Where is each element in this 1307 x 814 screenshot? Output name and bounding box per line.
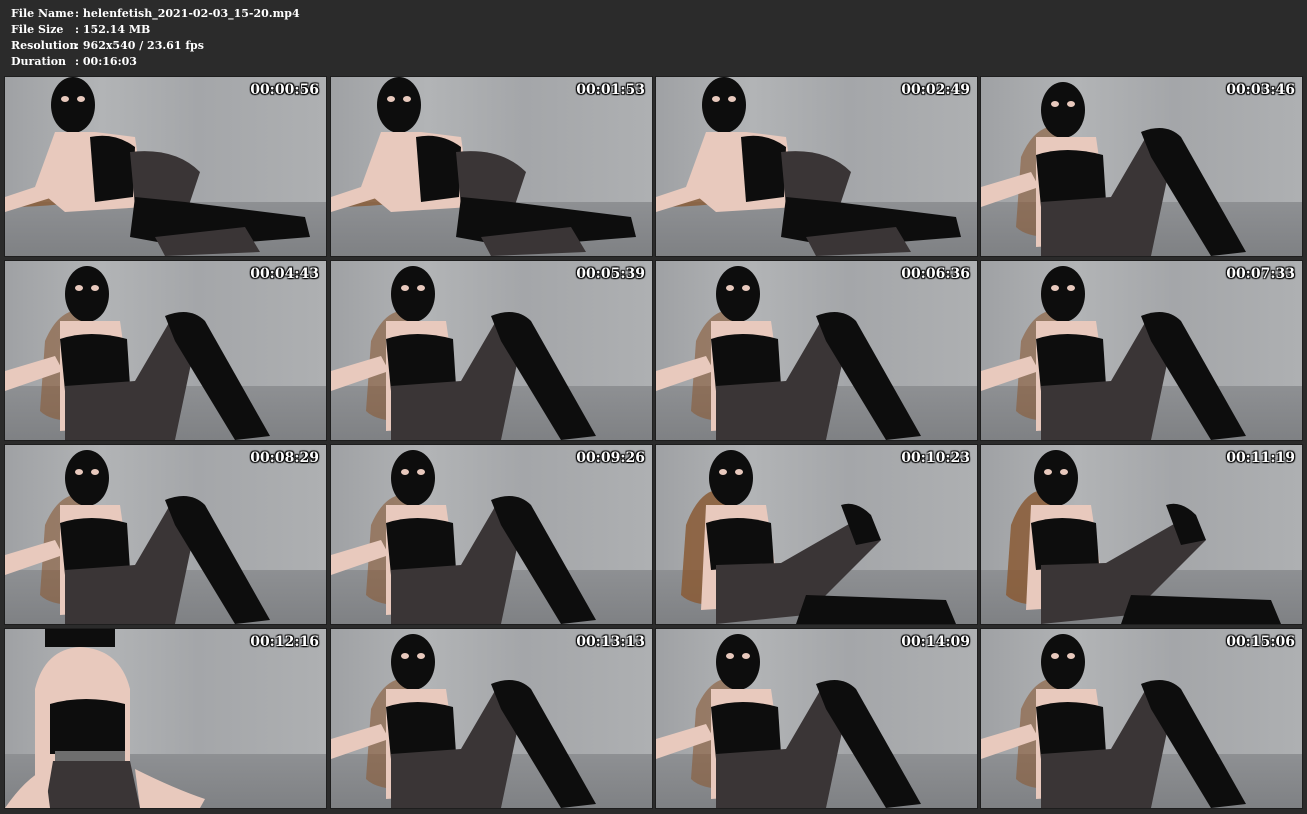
file-name-label: File Name (11, 7, 74, 20)
frame-figure-image (656, 266, 921, 440)
thumbnail-frame: 00:05:39 (330, 260, 653, 441)
thumbnail-frame: 00:02:49 (655, 76, 978, 257)
thumbnail-frame: 00:04:43 (4, 260, 327, 441)
file-size-label: File Size (11, 23, 64, 36)
thumbnail-frame: 00:07:33 (980, 260, 1303, 441)
file-size-value: : 152.14 MB (75, 23, 151, 36)
thumbnail-frame: 00:12:16 (4, 628, 327, 809)
frame-figure-image (331, 634, 596, 808)
timestamp-label: 00:08:29 (250, 450, 319, 466)
frame-figure-image (331, 450, 596, 624)
frame-figure-image (981, 266, 1246, 440)
thumbnail-grid: 00:00:56 00:01:53 00:02:49 00:03:46 00:0… (4, 76, 1303, 811)
timestamp-label: 00:14:09 (901, 634, 970, 650)
thumbnail-frame: 00:06:36 (655, 260, 978, 441)
frame-figure-image (331, 266, 596, 440)
frame-figure-image (981, 634, 1246, 808)
frame-figure-image (656, 77, 961, 256)
file-info-panel: File Name : helenfetish_2021-02-03_15-20… (11, 6, 300, 70)
frame-figure-image (5, 266, 270, 440)
thumbnail-frame: 00:10:23 (655, 444, 978, 625)
timestamp-label: 00:05:39 (576, 266, 645, 282)
frame-figure-image (5, 450, 270, 624)
timestamp-label: 00:15:06 (1226, 634, 1295, 650)
resolution-row: Resolution : 962x540 / 23.61 fps (11, 38, 300, 54)
timestamp-label: 00:10:23 (901, 450, 970, 466)
timestamp-label: 00:09:26 (576, 450, 645, 466)
timestamp-label: 00:04:43 (250, 266, 319, 282)
duration-label: Duration (11, 55, 67, 68)
timestamp-label: 00:06:36 (901, 266, 970, 282)
timestamp-label: 00:02:49 (901, 82, 970, 98)
file-name-row: File Name : helenfetish_2021-02-03_15-20… (11, 6, 300, 22)
timestamp-label: 00:11:19 (1226, 450, 1295, 466)
timestamp-label: 00:03:46 (1226, 82, 1295, 98)
timestamp-label: 00:07:33 (1226, 266, 1295, 282)
thumbnail-frame: 00:00:56 (4, 76, 327, 257)
thumbnail-frame: 00:14:09 (655, 628, 978, 809)
timestamp-label: 00:01:53 (576, 82, 645, 98)
frame-figure-image (981, 82, 1246, 256)
thumbnail-frame: 00:15:06 (980, 628, 1303, 809)
thumbnail-frame: 00:08:29 (4, 444, 327, 625)
thumbnail-frame: 00:03:46 (980, 76, 1303, 257)
file-size-row: File Size : 152.14 MB (11, 22, 300, 38)
frame-figure-image (5, 77, 310, 256)
thumbnail-frame: 00:01:53 (330, 76, 653, 257)
duration-row: Duration : 00:16:03 (11, 54, 300, 70)
duration-value: : 00:16:03 (75, 55, 137, 68)
thumbnail-frame: 00:11:19 (980, 444, 1303, 625)
file-name-value: : helenfetish_2021-02-03_15-20.mp4 (75, 7, 300, 20)
frame-figure-image (1006, 450, 1281, 624)
timestamp-label: 00:12:16 (250, 634, 319, 650)
timestamp-label: 00:13:13 (576, 634, 645, 650)
frame-figure-image (656, 634, 921, 808)
timestamp-label: 00:00:56 (250, 82, 319, 98)
resolution-value: : 962x540 / 23.61 fps (75, 39, 204, 52)
thumbnail-frame: 00:09:26 (330, 444, 653, 625)
frame-figure-image (681, 450, 956, 624)
frame-figure-image (5, 629, 205, 808)
thumbnail-frame: 00:13:13 (330, 628, 653, 809)
frame-figure-image (331, 77, 636, 256)
resolution-label: Resolution (11, 39, 78, 52)
